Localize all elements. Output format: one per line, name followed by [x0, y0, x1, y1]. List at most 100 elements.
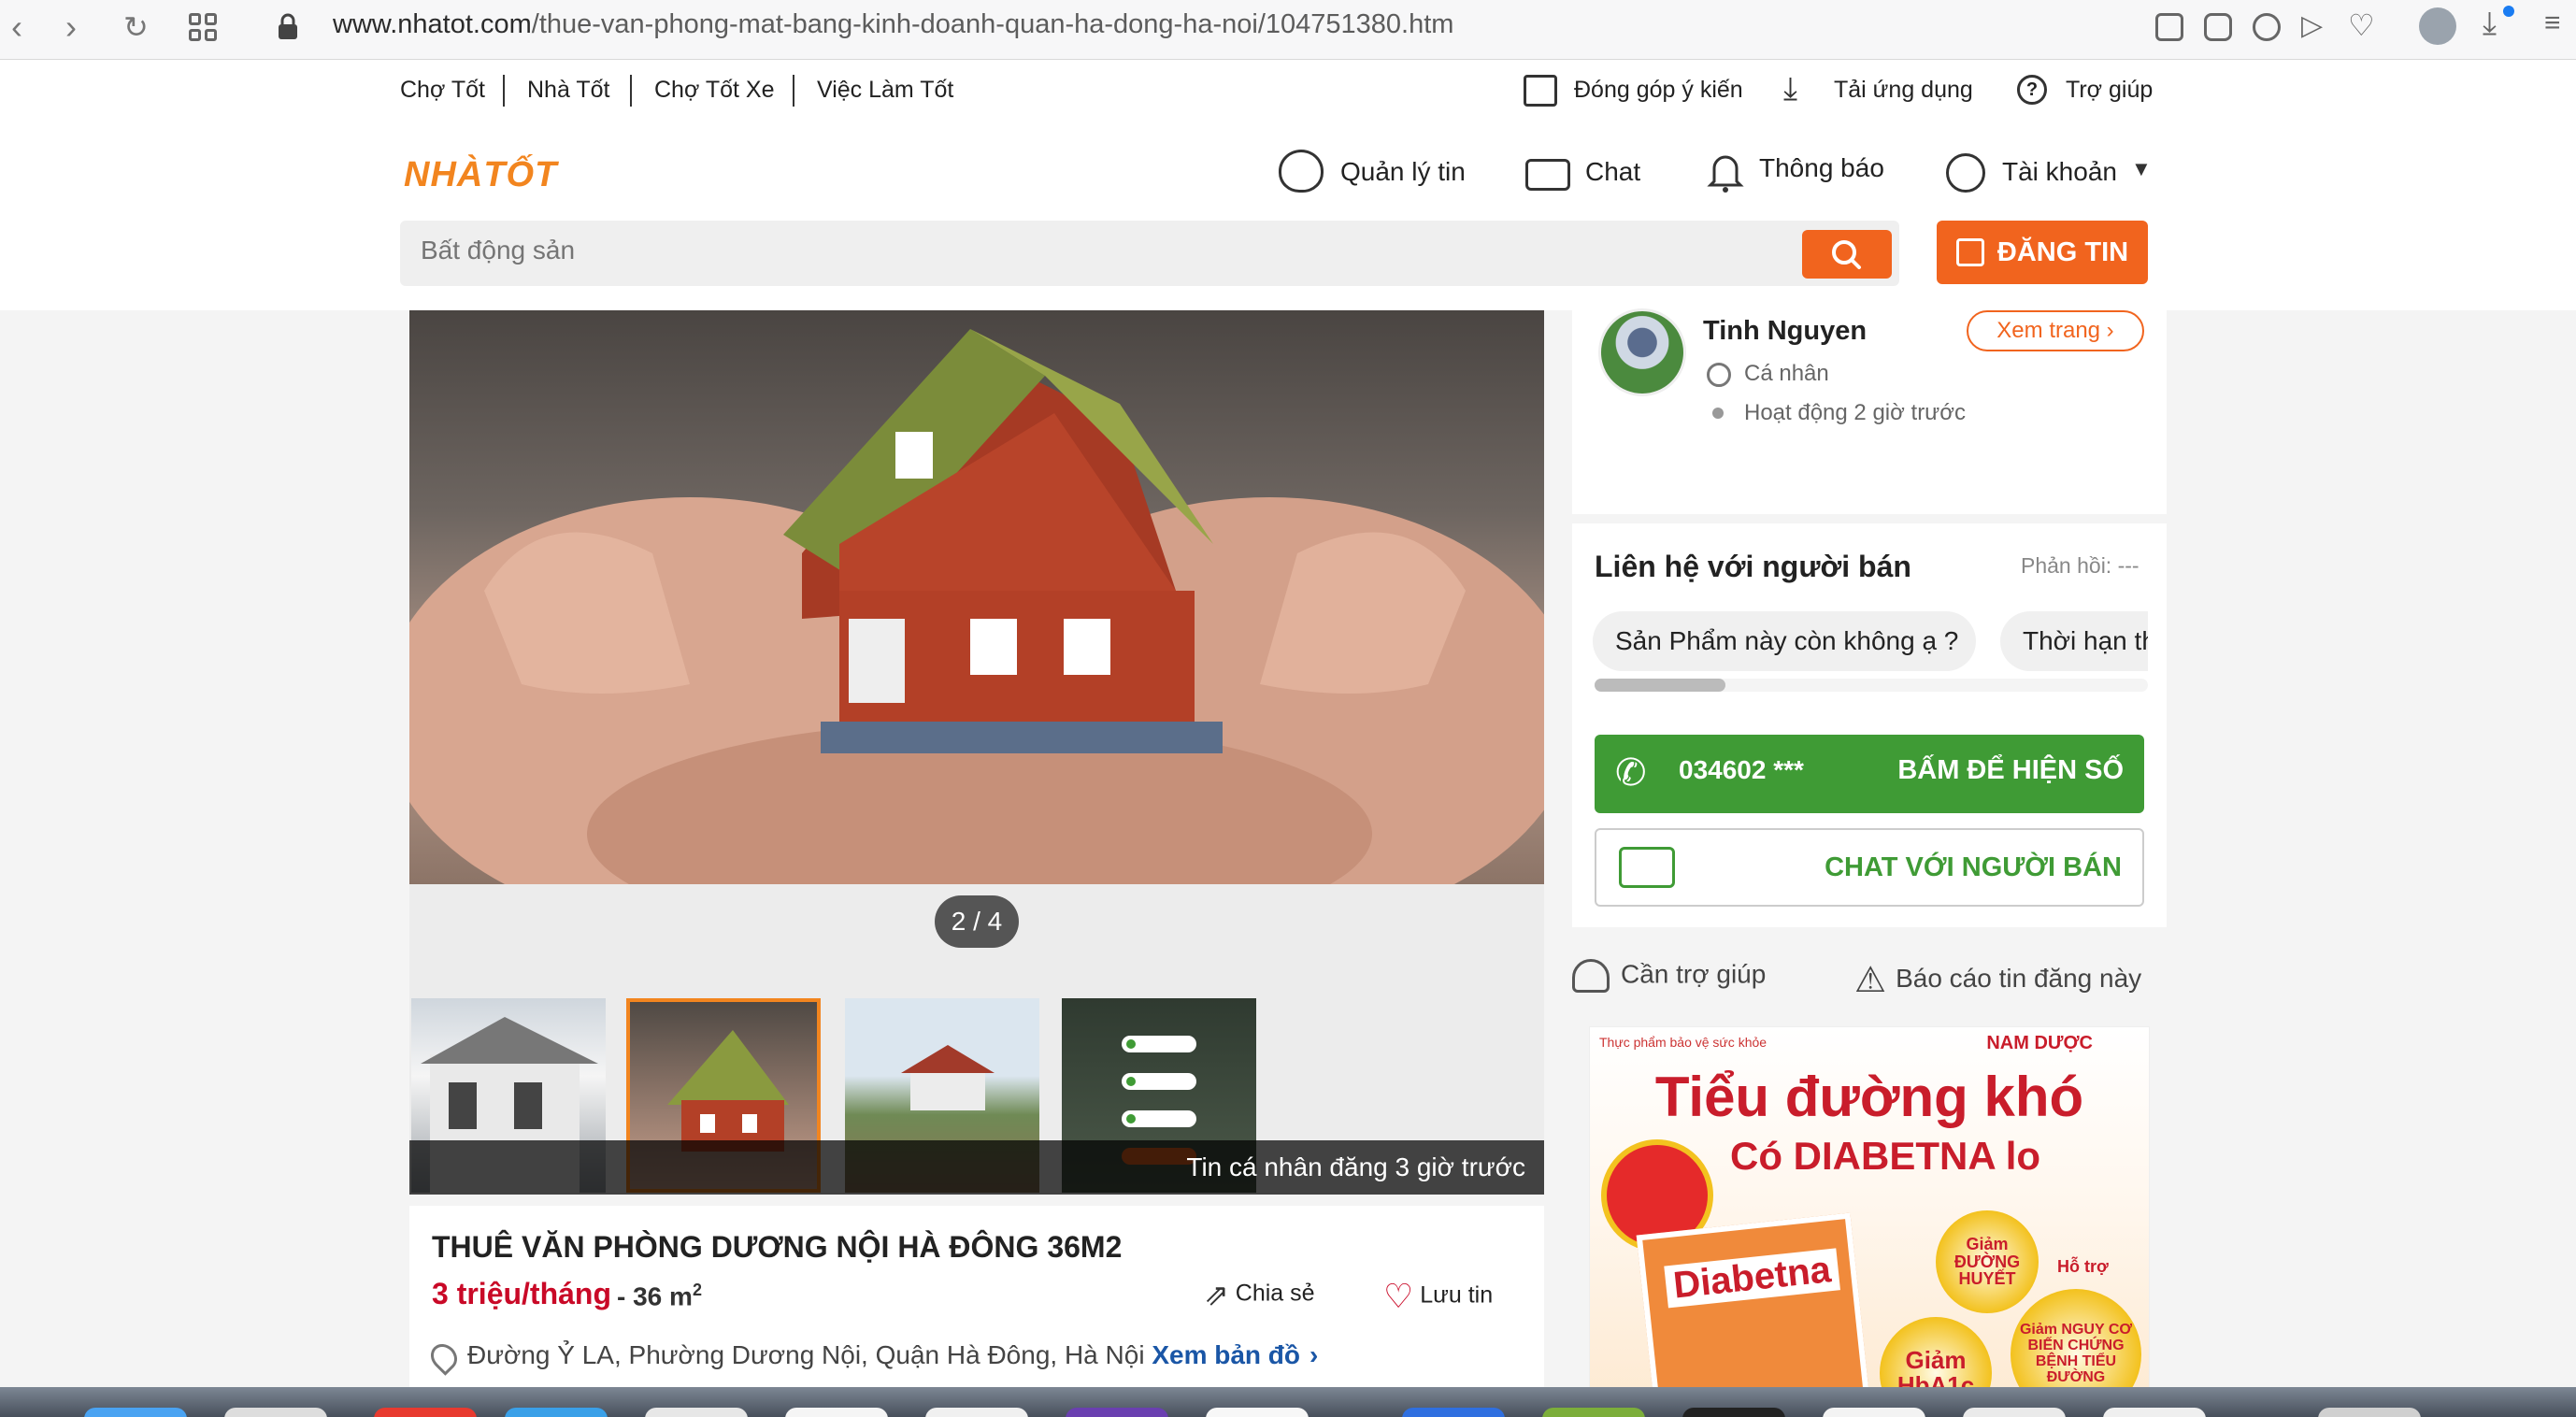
link-viec-lam-tot[interactable]: Việc Làm Tốt: [817, 77, 953, 104]
dock-app-icon[interactable]: [785, 1408, 888, 1417]
listing-address: Đường Ỷ LA, Phường Dương Nội, Quận Hà Đô…: [425, 1338, 1318, 1376]
location-pin-icon: [425, 1338, 463, 1376]
feedback-link[interactable]: Đóng góp ý kiến: [1574, 77, 1743, 104]
save-button[interactable]: ♡ Lưu tin: [1383, 1277, 1493, 1316]
notifications-link[interactable]: Thông báo: [1759, 153, 1884, 183]
camera-icon[interactable]: [2204, 13, 2232, 41]
bell-icon: [1707, 148, 1744, 199]
post-button-label: ĐĂNG TIN: [1996, 236, 2129, 267]
link-cho-tot-xe[interactable]: Chợ Tốt Xe: [654, 77, 775, 104]
headset-icon: [1572, 959, 1610, 993]
download-app-icon: ⤓: [1783, 71, 1798, 107]
download-badge: [2503, 6, 2514, 17]
chat-with-seller-button[interactable]: CHAT VỚI NGƯỜI BÁN: [1595, 828, 2144, 907]
dock-app-icon[interactable]: [1963, 1408, 2066, 1417]
manage-posts-link[interactable]: Quản lý tin: [1340, 157, 1466, 187]
chips-scrollbar[interactable]: [1595, 679, 1725, 692]
download-app-link[interactable]: Tải ứng dụng: [1834, 77, 1973, 104]
ad-product-name: Diabetna: [1664, 1248, 1840, 1309]
quick-reply-chip[interactable]: Sản Phẩm này còn không ạ ?: [1593, 611, 1976, 671]
divider: [793, 75, 794, 107]
address-bar[interactable]: www.nhatot.com/thue-van-phong-mat-bang-k…: [333, 9, 1453, 40]
area-unit-superscript: 2: [692, 1281, 702, 1299]
dock-app-icon[interactable]: [1682, 1408, 1785, 1417]
view-map-link[interactable]: Xem bản đồ: [1152, 1340, 1300, 1369]
edit-icon[interactable]: [2155, 13, 2183, 41]
feedback-icon: [1524, 75, 1557, 107]
nhatot-logo[interactable]: NHÀTỐT: [404, 155, 557, 195]
menu-icon[interactable]: ≡: [2544, 7, 2561, 39]
download-icon[interactable]: ⤓: [2483, 6, 2497, 42]
chat-link[interactable]: Chat: [1585, 157, 1640, 187]
dock-app-icon[interactable]: [2103, 1408, 2206, 1417]
seller-last-active: Hoạt động 2 giờ trước: [1744, 400, 1966, 425]
apps-grid-icon[interactable]: [189, 13, 217, 41]
divider: [630, 75, 632, 107]
dock-app-icon[interactable]: [925, 1408, 1028, 1417]
search-box: [400, 221, 1899, 286]
divider: [503, 75, 505, 107]
dock-app-icon[interactable]: [84, 1408, 187, 1417]
account-link[interactable]: Tài khoản: [2002, 157, 2117, 187]
seller-name[interactable]: Tinh Nguyen: [1703, 316, 1867, 347]
link-nha-tot[interactable]: Nhà Tốt: [527, 77, 609, 104]
dock-app-icon[interactable]: [645, 1408, 748, 1417]
chevron-right-icon[interactable]: ›: [1309, 1340, 1318, 1369]
share-icon: ⇗: [1204, 1278, 1229, 1311]
advertisement-banner[interactable]: Thực phẩm bảo vệ sức khỏe NAM DƯỢC Tiểu …: [1589, 1026, 2150, 1417]
dock-app-icon[interactable]: [505, 1408, 608, 1417]
save-label: Lưu tin: [1420, 1281, 1494, 1309]
post-listing-button[interactable]: ĐĂNG TIN: [1937, 221, 2148, 284]
ad-disclaimer: Thực phẩm bảo vệ sức khỏe: [1599, 1035, 1767, 1050]
search-input[interactable]: [421, 236, 1729, 265]
chat-icon: [1619, 847, 1675, 888]
reload-icon[interactable]: ↻: [123, 9, 149, 45]
forward-icon[interactable]: ›: [65, 7, 77, 47]
main-listing-photo[interactable]: [409, 310, 1544, 884]
heart-icon[interactable]: ♡: [2348, 7, 2375, 43]
heart-icon: ♡: [1383, 1277, 1414, 1315]
address-text: Đường Ỷ LA, Phường Dương Nội, Quận Hà Đô…: [467, 1340, 1145, 1369]
blocker-icon[interactable]: [2253, 13, 2281, 41]
dock-app-icon[interactable]: [374, 1408, 477, 1417]
person-icon: [1707, 363, 1731, 387]
help-label: Cần trợ giúp: [1621, 959, 1767, 989]
report-listing-link[interactable]: ⚠ Báo cáo tin đăng này: [1854, 959, 2141, 1001]
contact-title: Liên hệ với người bán: [1595, 550, 1911, 583]
need-help-link[interactable]: Cần trợ giúp: [1572, 959, 1766, 993]
share-label: Chia sẻ: [1235, 1280, 1315, 1307]
chat-seller-label: CHAT VỚI NGƯỜI BÁN: [1825, 852, 2122, 882]
back-icon[interactable]: ‹: [11, 7, 22, 47]
view-seller-page-button[interactable]: Xem trang ›: [1967, 310, 2144, 351]
profile-avatar[interactable]: [2419, 7, 2456, 45]
lock-icon: [277, 13, 299, 41]
posted-time-banner: Tin cá nhân đăng 3 giờ trước: [409, 1140, 1544, 1195]
show-phone-button[interactable]: ✆ 034602 *** BẤM ĐỂ HIỆN SỐ: [1595, 735, 2144, 813]
seller-type: Cá nhân: [1744, 361, 1829, 386]
manage-posts-icon: [1279, 150, 1324, 193]
chat-icon: [1525, 159, 1570, 191]
listing-area: - 36 m2: [617, 1281, 702, 1311]
share-button[interactable]: ⇗ Chia sẻ: [1204, 1277, 1315, 1312]
search-icon: [1832, 240, 1861, 269]
account-icon: [1946, 153, 1985, 193]
help-icon: ?: [2017, 75, 2047, 105]
dock-app-icon[interactable]: [2318, 1408, 2421, 1417]
search-button[interactable]: [1802, 230, 1892, 279]
area-value: - 36 m: [617, 1281, 693, 1311]
chevron-down-icon[interactable]: ▼: [2131, 157, 2152, 181]
ad-headline: Tiểu đường khó: [1654, 1066, 2084, 1128]
browser-toolbar: ‹ › ↻ www.nhatot.com/thue-van-phong-mat-…: [0, 0, 2576, 60]
link-cho-tot[interactable]: Chợ Tốt: [400, 77, 485, 104]
ad-brand: NAM DƯỢC: [1986, 1033, 2093, 1053]
help-link[interactable]: Trợ giúp: [2066, 77, 2153, 104]
dock-app-icon[interactable]: [1823, 1408, 1925, 1417]
quick-reply-chip[interactable]: Thời hạn th: [2000, 611, 2148, 671]
dock-app-icon[interactable]: [1402, 1408, 1505, 1417]
dock-app-icon[interactable]: [1542, 1408, 1645, 1417]
send-icon[interactable]: ▷: [2301, 9, 2323, 42]
dock-app-icon[interactable]: [1066, 1408, 1168, 1417]
dock-app-icon[interactable]: [1206, 1408, 1309, 1417]
seller-avatar[interactable]: [1598, 308, 1686, 396]
dock-app-icon[interactable]: [224, 1408, 327, 1417]
